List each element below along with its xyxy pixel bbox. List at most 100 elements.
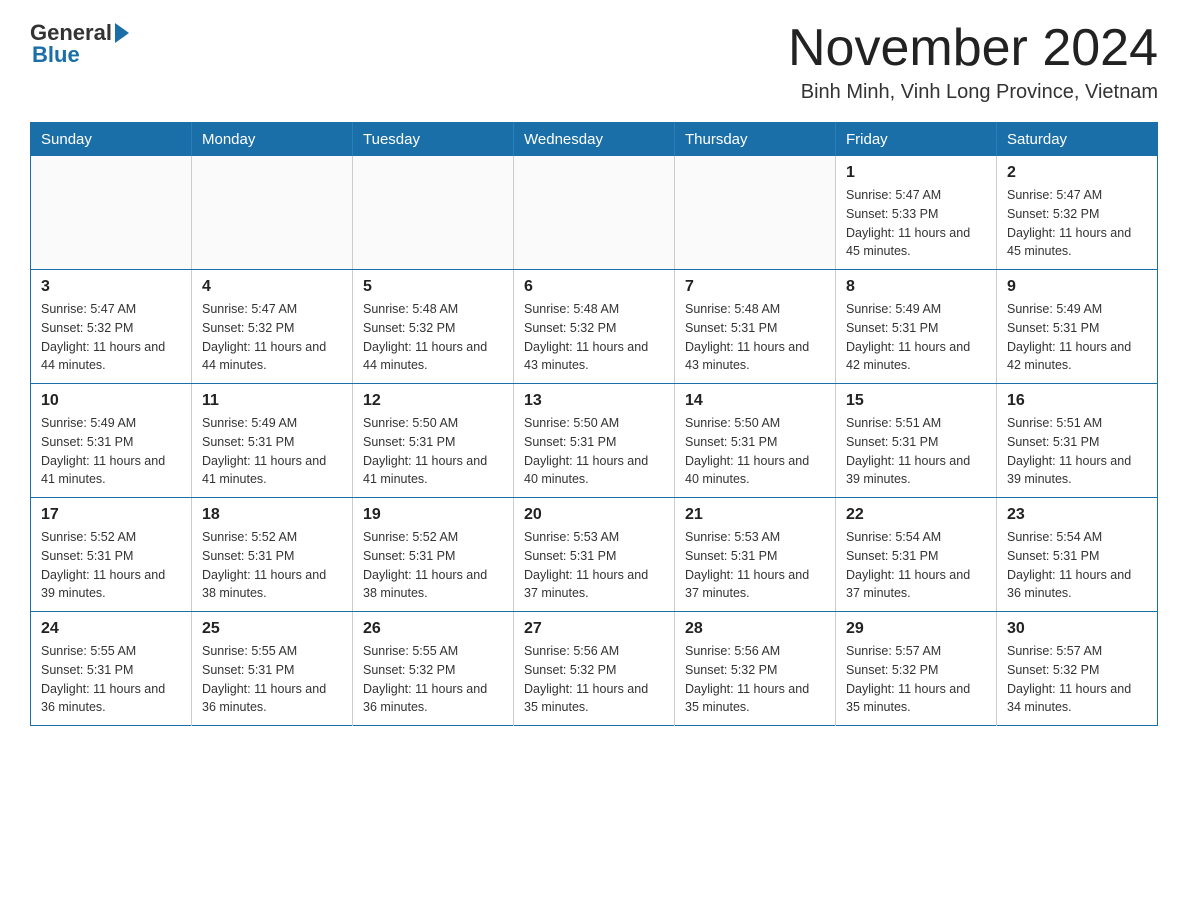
column-header-thursday: Thursday	[675, 123, 836, 157]
calendar-header-row: SundayMondayTuesdayWednesdayThursdayFrid…	[31, 123, 1158, 157]
month-title: November 2024	[788, 20, 1158, 77]
day-number: 26	[363, 620, 503, 638]
day-info: Sunrise: 5:56 AM Sunset: 5:32 PM Dayligh…	[524, 642, 664, 717]
day-number: 15	[846, 392, 986, 410]
day-info: Sunrise: 5:47 AM Sunset: 5:32 PM Dayligh…	[1007, 186, 1147, 261]
day-number: 27	[524, 620, 664, 638]
day-info: Sunrise: 5:52 AM Sunset: 5:31 PM Dayligh…	[41, 528, 181, 603]
day-info: Sunrise: 5:51 AM Sunset: 5:31 PM Dayligh…	[846, 414, 986, 489]
day-number: 22	[846, 506, 986, 524]
day-number: 18	[202, 506, 342, 524]
calendar-cell: 16Sunrise: 5:51 AM Sunset: 5:31 PM Dayli…	[997, 384, 1158, 498]
day-number: 4	[202, 278, 342, 296]
header: General Blue November 2024 Binh Minh, Vi…	[30, 20, 1158, 104]
calendar-cell: 27 Sunrise: 5:56 AM Sunset: 5:32 PM Dayli…	[514, 612, 675, 726]
day-number: 11	[202, 392, 342, 410]
calendar-week-row: 1 Sunrise: 5:47 AM Sunset: 5:33 PM Daylig…	[31, 156, 1158, 270]
calendar-cell: 24 Sunrise: 5:55 AM Sunset: 5:31 PM Dayli…	[31, 612, 192, 726]
calendar-cell: 17 Sunrise: 5:52 AM Sunset: 5:31 PM Dayli…	[31, 498, 192, 612]
day-info: Sunrise: 5:57 AM Sunset: 5:32 PM Dayligh…	[846, 642, 986, 717]
day-number: 28	[685, 620, 825, 638]
column-header-tuesday: Tuesday	[353, 123, 514, 157]
day-info: Sunrise: 5:53 AM Sunset: 5:31 PM Dayligh…	[685, 528, 825, 603]
logo-arrow-icon	[115, 23, 129, 43]
day-number: 17	[41, 506, 181, 524]
calendar-cell: 10 Sunrise: 5:49 AM Sunset: 5:31 PM Dayli…	[31, 384, 192, 498]
day-info: Sunrise: 5:57 AM Sunset: 5:32 PM Dayligh…	[1007, 642, 1147, 717]
day-info: Sunrise: 5:50 AM Sunset: 5:31 PM Dayligh…	[685, 414, 825, 489]
calendar-cell	[31, 156, 192, 270]
calendar-cell: 20 Sunrise: 5:53 AM Sunset: 5:31 PM Dayli…	[514, 498, 675, 612]
calendar-cell: 7 Sunrise: 5:48 AM Sunset: 5:31 PM Daylig…	[675, 270, 836, 384]
calendar-cell: 1 Sunrise: 5:47 AM Sunset: 5:33 PM Daylig…	[836, 156, 997, 270]
calendar-table: SundayMondayTuesdayWednesdayThursdayFrid…	[30, 122, 1158, 726]
day-number: 1	[846, 164, 986, 182]
day-number: 3	[41, 278, 181, 296]
day-info: Sunrise: 5:47 AM Sunset: 5:32 PM Dayligh…	[202, 300, 342, 375]
day-info: Sunrise: 5:50 AM Sunset: 5:31 PM Dayligh…	[524, 414, 664, 489]
day-number: 9	[1007, 278, 1147, 296]
calendar-cell: 29 Sunrise: 5:57 AM Sunset: 5:32 PM Dayli…	[836, 612, 997, 726]
day-info: Sunrise: 5:50 AM Sunset: 5:31 PM Dayligh…	[363, 414, 503, 489]
day-number: 30	[1007, 620, 1147, 638]
day-number: 14	[685, 392, 825, 410]
calendar-cell: 25 Sunrise: 5:55 AM Sunset: 5:31 PM Dayli…	[192, 612, 353, 726]
location-subtitle: Binh Minh, Vinh Long Province, Vietnam	[788, 81, 1158, 104]
column-header-wednesday: Wednesday	[514, 123, 675, 157]
calendar-cell: 15 Sunrise: 5:51 AM Sunset: 5:31 PM Dayli…	[836, 384, 997, 498]
calendar-week-row: 3 Sunrise: 5:47 AM Sunset: 5:32 PM Daylig…	[31, 270, 1158, 384]
day-info: Sunrise: 5:47 AM Sunset: 5:32 PM Dayligh…	[41, 300, 181, 375]
day-number: 29	[846, 620, 986, 638]
calendar-cell	[514, 156, 675, 270]
day-info: Sunrise: 5:53 AM Sunset: 5:31 PM Dayligh…	[524, 528, 664, 603]
day-number: 24	[41, 620, 181, 638]
calendar-cell: 18 Sunrise: 5:52 AM Sunset: 5:31 PM Dayli…	[192, 498, 353, 612]
day-number: 10	[41, 392, 181, 410]
logo: General Blue	[30, 20, 131, 68]
day-number: 25	[202, 620, 342, 638]
calendar-cell: 21Sunrise: 5:53 AM Sunset: 5:31 PM Dayli…	[675, 498, 836, 612]
day-info: Sunrise: 5:47 AM Sunset: 5:33 PM Dayligh…	[846, 186, 986, 261]
calendar-cell: 14 Sunrise: 5:50 AM Sunset: 5:31 PM Dayli…	[675, 384, 836, 498]
calendar-cell: 26Sunrise: 5:55 AM Sunset: 5:32 PM Dayli…	[353, 612, 514, 726]
calendar-cell: 6Sunrise: 5:48 AM Sunset: 5:32 PM Daylig…	[514, 270, 675, 384]
calendar-cell: 12 Sunrise: 5:50 AM Sunset: 5:31 PM Dayli…	[353, 384, 514, 498]
calendar-week-row: 24 Sunrise: 5:55 AM Sunset: 5:31 PM Dayli…	[31, 612, 1158, 726]
day-info: Sunrise: 5:51 AM Sunset: 5:31 PM Dayligh…	[1007, 414, 1147, 489]
day-info: Sunrise: 5:49 AM Sunset: 5:31 PM Dayligh…	[41, 414, 181, 489]
calendar-cell: 2Sunrise: 5:47 AM Sunset: 5:32 PM Daylig…	[997, 156, 1158, 270]
calendar-cell: 11 Sunrise: 5:49 AM Sunset: 5:31 PM Dayli…	[192, 384, 353, 498]
calendar-week-row: 10 Sunrise: 5:49 AM Sunset: 5:31 PM Dayli…	[31, 384, 1158, 498]
day-info: Sunrise: 5:48 AM Sunset: 5:31 PM Dayligh…	[685, 300, 825, 375]
day-info: Sunrise: 5:55 AM Sunset: 5:31 PM Dayligh…	[41, 642, 181, 717]
calendar-cell: 28 Sunrise: 5:56 AM Sunset: 5:32 PM Dayli…	[675, 612, 836, 726]
day-number: 6	[524, 278, 664, 296]
calendar-cell: 30 Sunrise: 5:57 AM Sunset: 5:32 PM Dayli…	[997, 612, 1158, 726]
title-area: November 2024 Binh Minh, Vinh Long Provi…	[788, 20, 1158, 104]
day-info: Sunrise: 5:54 AM Sunset: 5:31 PM Dayligh…	[1007, 528, 1147, 603]
day-number: 20	[524, 506, 664, 524]
day-info: Sunrise: 5:54 AM Sunset: 5:31 PM Dayligh…	[846, 528, 986, 603]
calendar-cell: 9 Sunrise: 5:49 AM Sunset: 5:31 PM Daylig…	[997, 270, 1158, 384]
calendar-cell: 13Sunrise: 5:50 AM Sunset: 5:31 PM Dayli…	[514, 384, 675, 498]
day-number: 8	[846, 278, 986, 296]
calendar-cell: 22 Sunrise: 5:54 AM Sunset: 5:31 PM Dayli…	[836, 498, 997, 612]
column-header-saturday: Saturday	[997, 123, 1158, 157]
calendar-cell: 5Sunrise: 5:48 AM Sunset: 5:32 PM Daylig…	[353, 270, 514, 384]
calendar-cell: 19Sunrise: 5:52 AM Sunset: 5:31 PM Dayli…	[353, 498, 514, 612]
calendar-cell	[675, 156, 836, 270]
column-header-friday: Friday	[836, 123, 997, 157]
calendar-cell	[353, 156, 514, 270]
day-number: 12	[363, 392, 503, 410]
calendar-week-row: 17 Sunrise: 5:52 AM Sunset: 5:31 PM Dayli…	[31, 498, 1158, 612]
day-info: Sunrise: 5:52 AM Sunset: 5:31 PM Dayligh…	[202, 528, 342, 603]
day-info: Sunrise: 5:49 AM Sunset: 5:31 PM Dayligh…	[1007, 300, 1147, 375]
column-header-sunday: Sunday	[31, 123, 192, 157]
day-info: Sunrise: 5:56 AM Sunset: 5:32 PM Dayligh…	[685, 642, 825, 717]
day-info: Sunrise: 5:49 AM Sunset: 5:31 PM Dayligh…	[202, 414, 342, 489]
day-info: Sunrise: 5:48 AM Sunset: 5:32 PM Dayligh…	[363, 300, 503, 375]
column-header-monday: Monday	[192, 123, 353, 157]
day-info: Sunrise: 5:55 AM Sunset: 5:31 PM Dayligh…	[202, 642, 342, 717]
calendar-cell: 8Sunrise: 5:49 AM Sunset: 5:31 PM Daylig…	[836, 270, 997, 384]
day-number: 7	[685, 278, 825, 296]
